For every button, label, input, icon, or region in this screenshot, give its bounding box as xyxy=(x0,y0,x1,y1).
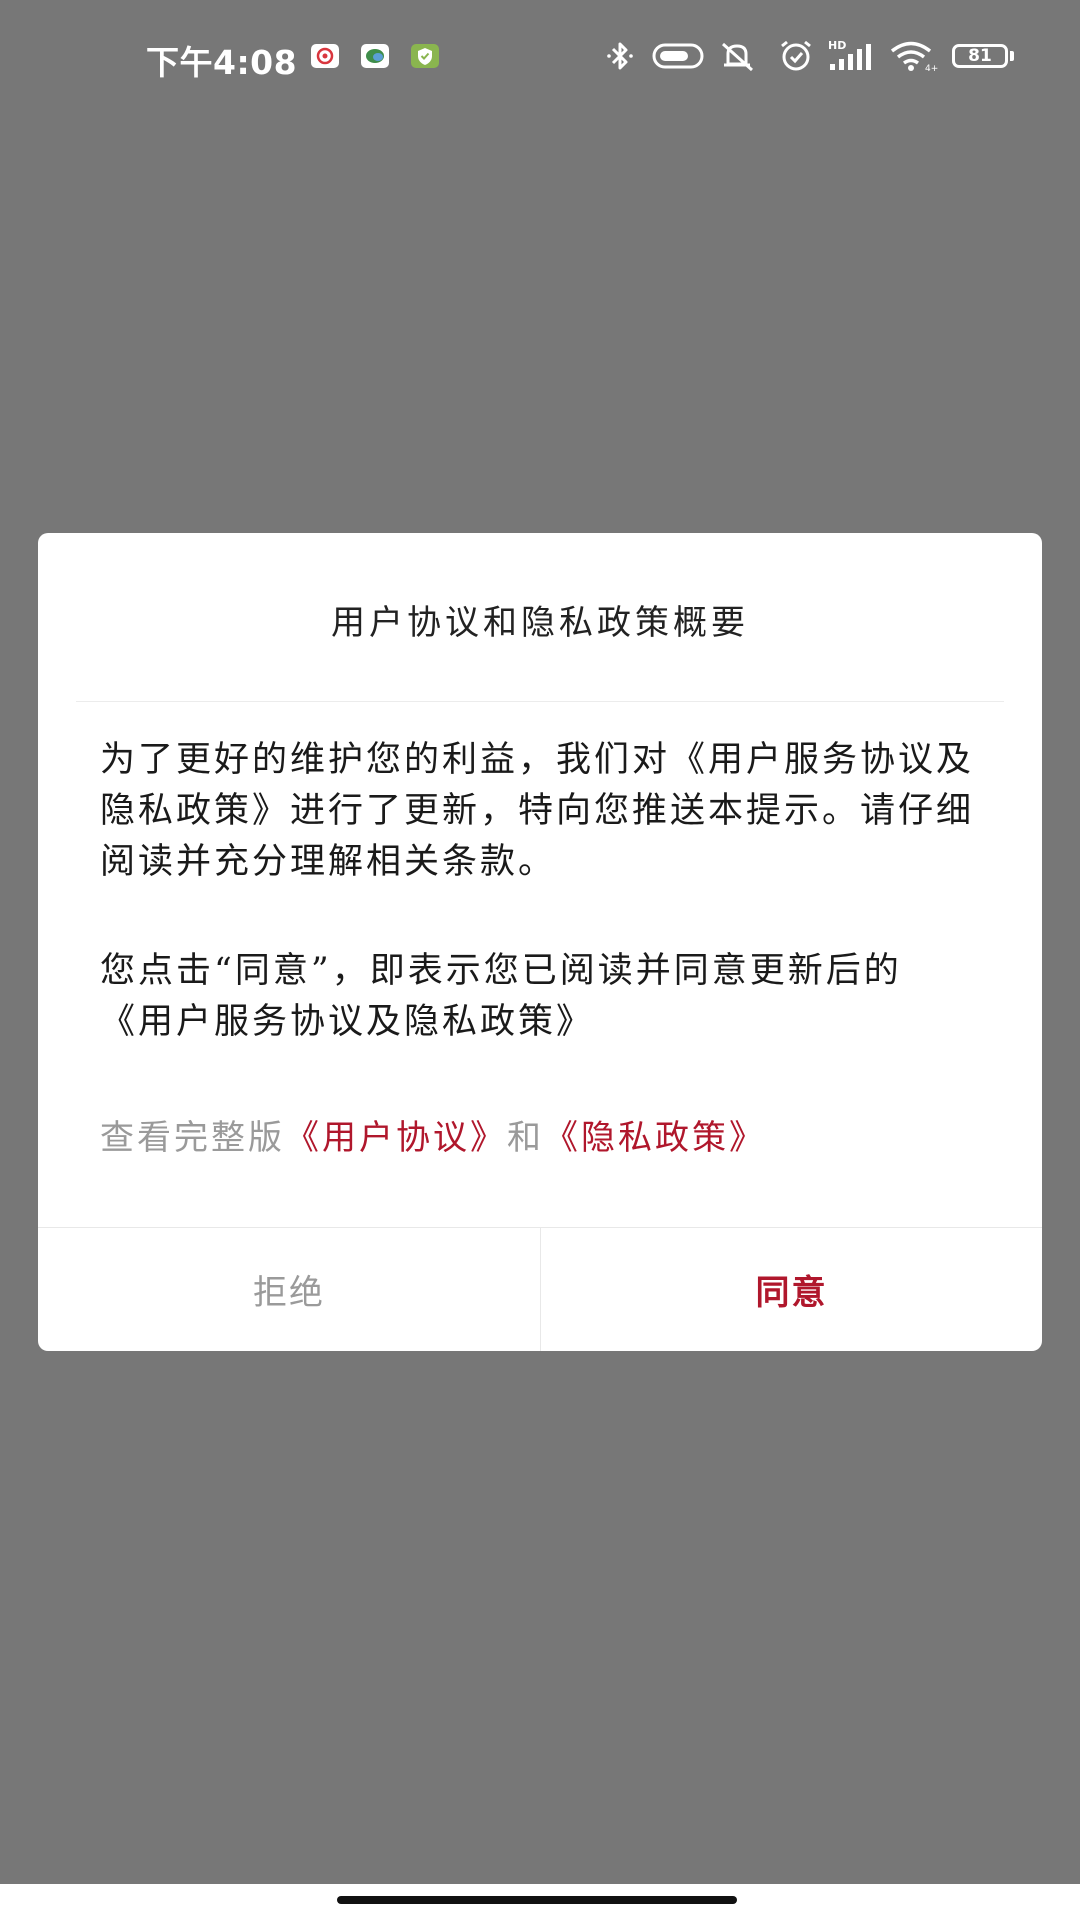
status-bar: 下午4:08 HD 4+ 81 xyxy=(0,0,1080,112)
home-indicator[interactable] xyxy=(337,1896,737,1904)
chat-app-icon xyxy=(361,44,389,68)
vpn-icon xyxy=(652,43,704,69)
battery-tip xyxy=(1010,51,1014,61)
hd-signal-icon: HD xyxy=(828,39,871,70)
dialog-paragraph-1: 为了更好的维护您的利益，我们对《用户服务协议及隐私政策》进行了更新，特向您推送本… xyxy=(100,740,975,882)
agree-button[interactable]: 同意 xyxy=(541,1228,1042,1351)
user-agreement-link[interactable]: 《用户协议》 xyxy=(285,1118,507,1158)
status-time: 下午4:08 xyxy=(146,43,298,82)
wifi-icon: 4+ xyxy=(890,41,938,74)
and-text: 和 xyxy=(507,1118,544,1158)
dialog-title: 用户协议和隐私政策概要 xyxy=(331,603,749,643)
bluetooth-icon xyxy=(607,42,633,70)
privacy-dialog: 用户协议和隐私政策概要 为了更好的维护您的利益，我们对《用户服务协议及隐私政策》… xyxy=(38,533,1042,1351)
svg-text:4+: 4+ xyxy=(925,64,938,74)
view-full-prefix: 查看完整版 xyxy=(100,1118,285,1158)
alarm-icon xyxy=(781,40,811,71)
view-full-line: 查看完整版《用户协议》和《隐私政策》 xyxy=(100,1113,1000,1163)
dialog-paragraph-2: 您点击“同意”，即表示您已阅读并同意更新后的 《用户服务协议及隐私政策》 xyxy=(100,951,902,1042)
reject-button[interactable]: 拒绝 xyxy=(38,1228,540,1351)
battery-icon: 81 xyxy=(952,44,1008,68)
agree-button-label: 同意 xyxy=(755,1273,828,1313)
reject-button-label: 拒绝 xyxy=(253,1273,325,1313)
mute-icon xyxy=(721,42,754,72)
shield-app-icon xyxy=(411,44,439,68)
netease-music-icon xyxy=(311,44,339,68)
privacy-policy-link[interactable]: 《隐私政策》 xyxy=(544,1118,766,1158)
battery-level: 81 xyxy=(968,46,992,66)
title-divider xyxy=(76,701,1004,702)
svg-text:HD: HD xyxy=(828,39,846,52)
